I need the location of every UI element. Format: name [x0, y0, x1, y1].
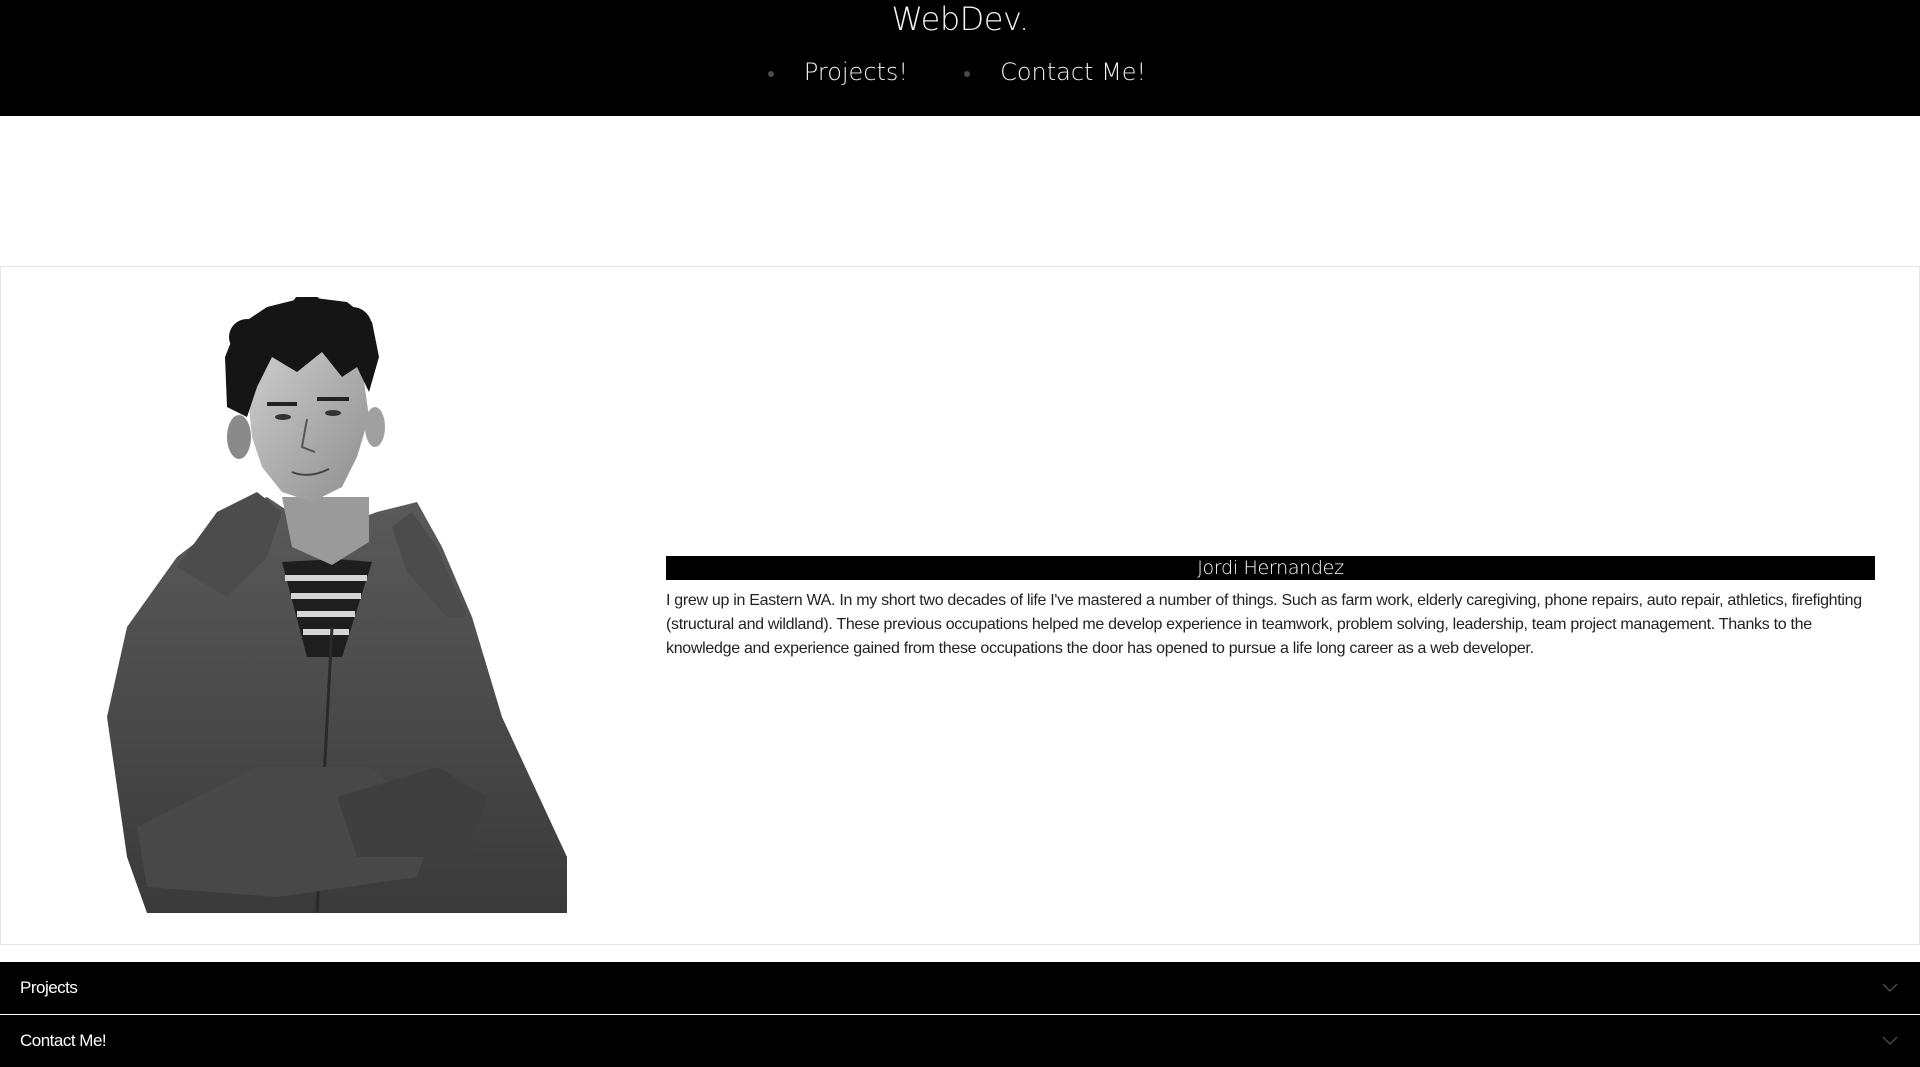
bio-name-heading: Jordi Hernandez — [666, 556, 1875, 580]
bio-block: Jordi Hernandez I grew up in Eastern WA.… — [666, 556, 1875, 661]
portrait-photo — [107, 297, 567, 913]
nav-item-label: Contact Me! — [1000, 58, 1147, 86]
nav-item-label: Projects! — [803, 58, 909, 86]
nav-spacer — [930, 54, 964, 90]
site-title: WebDev. — [891, 0, 1029, 38]
accordion-contact[interactable]: Contact Me! — [0, 1015, 1920, 1067]
about-section: Jordi Hernandez I grew up in Eastern WA.… — [0, 266, 1920, 945]
chevron-down-icon — [1882, 1036, 1898, 1045]
bio-paragraph: I grew up in Eastern WA. In my short two… — [666, 592, 1862, 657]
accordion-label: Contact Me! — [20, 1031, 107, 1050]
accordion-projects[interactable]: Projects — [0, 962, 1920, 1014]
nav-item-contact[interactable]: Contact Me! — [964, 54, 1146, 90]
accordion-label: Projects — [20, 978, 78, 997]
site-header: WebDev. Projects! Contact Me! — [0, 0, 1920, 116]
bullet-icon — [964, 71, 971, 77]
bullet-icon — [767, 71, 774, 77]
main-nav: Projects! Contact Me! — [0, 54, 1920, 90]
nav-item-projects[interactable]: Projects! — [767, 54, 909, 90]
chevron-down-icon — [1882, 983, 1898, 992]
